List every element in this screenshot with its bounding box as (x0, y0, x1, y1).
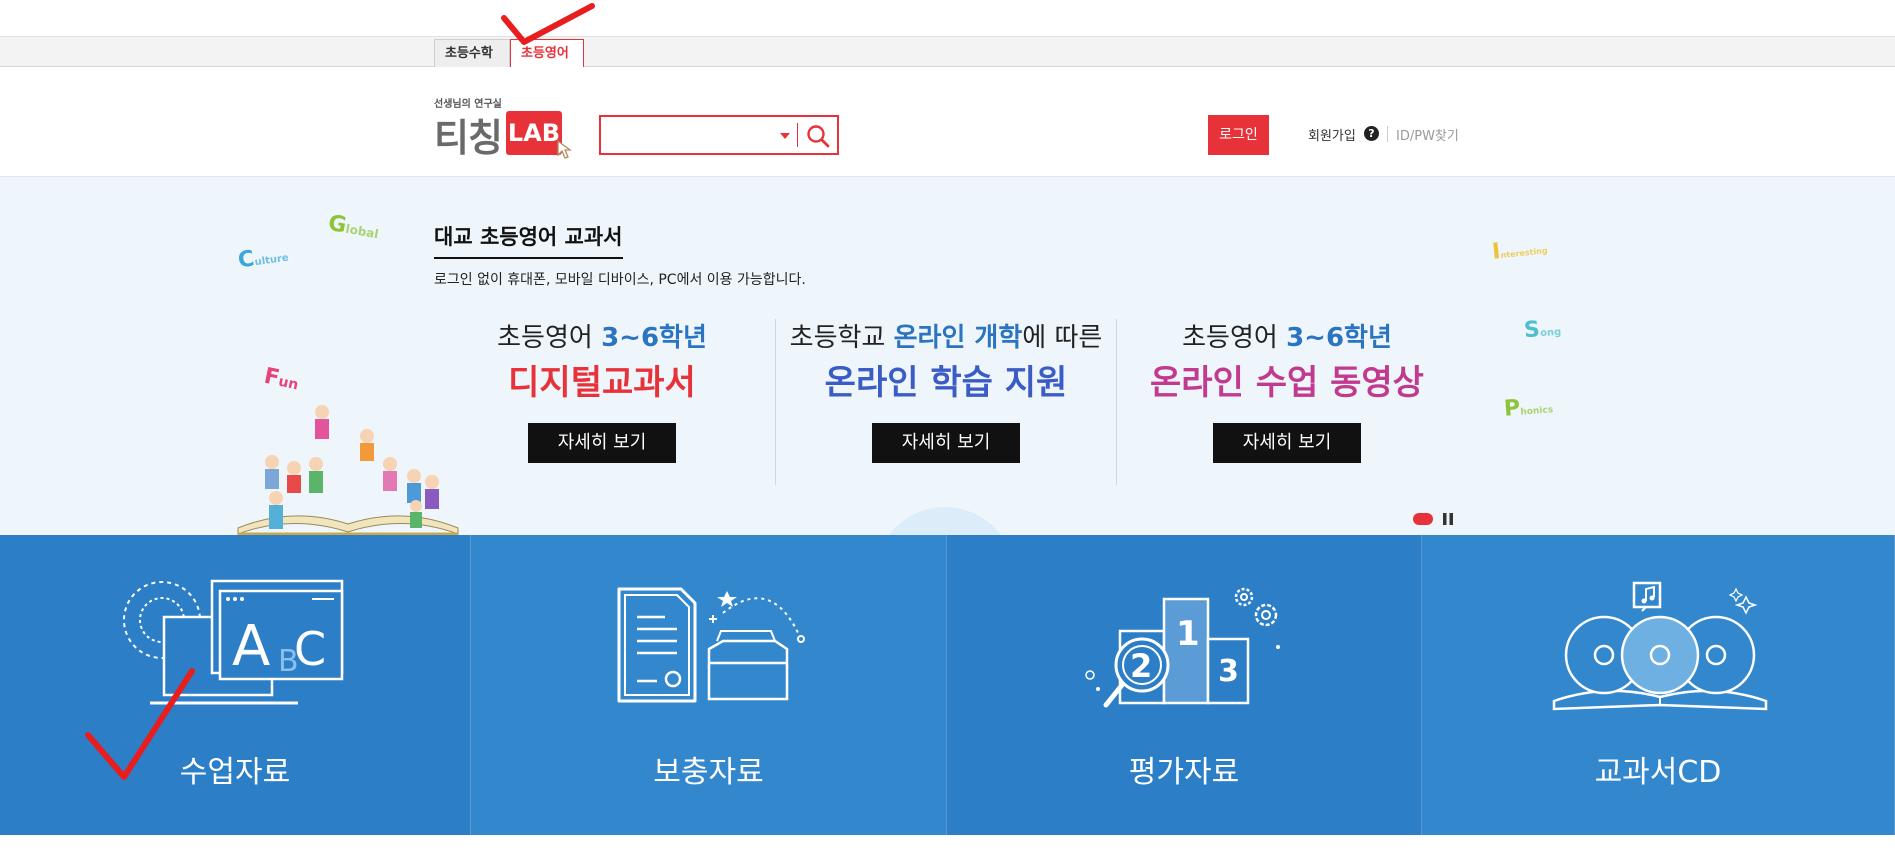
promo-detail-button[interactable]: 자세히 보기 (1213, 423, 1361, 463)
deco-culture: Culture (236, 246, 290, 274)
promo-detail-button[interactable]: 자세히 보기 (872, 423, 1020, 463)
tile-label: 교과서CD (1594, 755, 1722, 790)
deco-interesting: Interesting (1490, 239, 1549, 265)
help-icon[interactable]: ? (1364, 126, 1379, 141)
promo-online-learning: 초등학교 온라인 개학에 따른 온라인 학습 지원 자세히 보기 (776, 317, 1116, 487)
pause-icon[interactable] (1443, 513, 1453, 525)
slide-indicator-active[interactable] (1413, 513, 1433, 525)
svg-text:A: A (232, 614, 270, 679)
cd-discs-book-icon (1552, 581, 1768, 711)
site-tab-bar: 초등수학 초등영어 (0, 36, 1895, 69)
tile-textbook-cd[interactable]: 교과서CD (1422, 535, 1895, 835)
banner-subtitle: 로그인 없이 휴대폰, 모바일 디바이스, PC에서 이용 가능합니다. (434, 272, 806, 288)
promo-line1: 초등영어 3~6학년 (497, 323, 707, 353)
ranking-podium-icon: 1 3 2 (1085, 587, 1280, 708)
background-circle-decoration (889, 507, 1001, 535)
tile-label: 수업자료 (179, 755, 291, 790)
tile-label: 평가자료 (1128, 755, 1240, 790)
promo-line1: 초등영어 3~6학년 (1182, 323, 1392, 353)
banner-title: 대교 초등영어 교과서 (434, 221, 623, 259)
search-icon[interactable] (803, 122, 833, 150)
document-folder-icon (617, 587, 805, 703)
promo-headline: 온라인 수업 동영상 (1150, 363, 1424, 403)
kids-reading-book-illustration (237, 405, 459, 535)
deco-fun: Fun (261, 363, 300, 394)
tile-lesson-materials[interactable]: A B C 수업자료 (0, 535, 471, 835)
logo-title: 티칭 (434, 116, 503, 160)
annotation-checkmark-icon (501, 3, 595, 45)
site-header: 선생님의 연구실 티칭 LAB 로그인 회원가입 ? ID/PW찾기 (0, 67, 1895, 177)
header-divider (1387, 126, 1388, 142)
page: 초등수학 초등영어 선생님의 연구실 티칭 LAB 로그인 회원가입 ? ID/… (0, 0, 1895, 856)
tile-label: 보충자료 (653, 755, 764, 790)
hero-banner: 대교 초등영어 교과서 로그인 없이 휴대폰, 모바일 디바이스, PC에서 이… (0, 177, 1895, 535)
tile-supplementary-materials[interactable]: 보충자료 (471, 535, 947, 835)
promo-detail-button[interactable]: 자세히 보기 (528, 423, 676, 463)
deco-global: Global (326, 210, 380, 242)
dropdown-arrow-icon[interactable] (776, 125, 794, 145)
teaching-lab-logo[interactable]: 선생님의 연구실 티칭 LAB (434, 95, 574, 165)
resource-tiles: A B C 수업자료 보충자료 1 3 2 평가자료 교과서CD (0, 535, 1895, 835)
svg-text:2: 2 (1130, 647, 1152, 685)
cursor-hand-icon (557, 139, 572, 159)
tab-elementary-math[interactable]: 초등수학 (434, 39, 510, 69)
svg-text:1: 1 (1176, 614, 1200, 654)
promo-headline: 디지털교과서 (508, 363, 696, 403)
promo-line1: 초등학교 온라인 개학에 따른 (789, 323, 1103, 353)
svg-text:C: C (294, 622, 326, 676)
deco-song: Song (1523, 317, 1562, 344)
promo-online-video: 초등영어 3~6학년 온라인 수업 동영상 자세히 보기 (1117, 317, 1457, 487)
tile-assessment-materials[interactable]: 1 3 2 평가자료 (947, 535, 1422, 835)
search-box (599, 115, 839, 155)
search-divider (797, 123, 798, 147)
deco-phonics: Phonics (1503, 395, 1554, 422)
promo-digital-textbook: 초등영어 3~6학년 디지털교과서 자세히 보기 (432, 317, 772, 487)
find-id-pw-link[interactable]: ID/PW찾기 (1396, 125, 1459, 144)
signup-link[interactable]: 회원가입 (1308, 125, 1356, 144)
annotation-checkmark-icon (85, 668, 195, 780)
login-button[interactable]: 로그인 (1208, 115, 1269, 155)
svg-text:3: 3 (1218, 654, 1239, 689)
search-input[interactable] (607, 123, 767, 147)
promo-headline: 온라인 학습 지원 (824, 363, 1068, 403)
